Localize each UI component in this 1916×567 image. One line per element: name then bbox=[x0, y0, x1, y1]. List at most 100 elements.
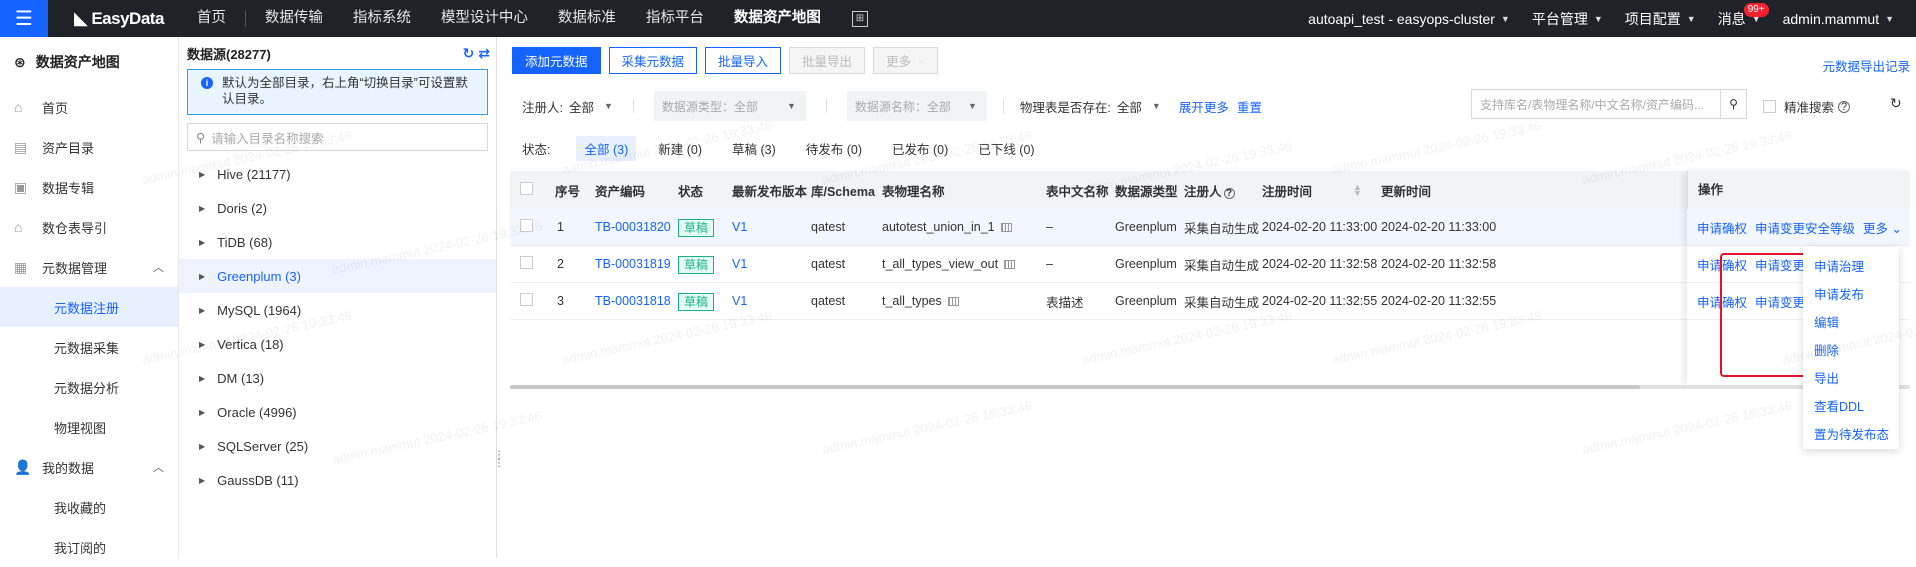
tree-node[interactable]: ▶ SQLServer (25) bbox=[179, 429, 496, 463]
nav-metrics-system[interactable]: 指标系统 bbox=[338, 0, 426, 37]
catalog-search-input[interactable]: ⚲ 请输入目录名称搜索 bbox=[187, 123, 488, 151]
cluster-select[interactable]: autoapi_test - easyops-cluster ▼ bbox=[1308, 11, 1510, 27]
sidebar-group-metadata[interactable]: ▦ 元数据管理 ︿ bbox=[0, 247, 178, 287]
dropdown-item[interactable]: 置为待发布态 bbox=[1803, 422, 1899, 450]
sidebar-item-warehouse[interactable]: ⌂ 数仓表导引 bbox=[0, 207, 178, 247]
tree-node[interactable]: ▶ DM (13) bbox=[179, 361, 496, 395]
refresh-icon[interactable]: ↻ bbox=[463, 45, 475, 61]
logo[interactable]: ◣ EasyData bbox=[74, 8, 164, 29]
dropdown-item[interactable]: 编辑 bbox=[1803, 310, 1899, 338]
export-record-link[interactable]: 元数据导出记录 bbox=[1822, 56, 1910, 75]
tree-node[interactable]: ▶ Vertica (18) bbox=[179, 327, 496, 361]
menu-icon[interactable]: ☰ bbox=[0, 0, 48, 37]
cell-asset-code[interactable]: TB-00031819 bbox=[595, 257, 671, 271]
status-tab-offline[interactable]: 已下线 (0) bbox=[970, 136, 1042, 161]
tree-node[interactable]: ▶ Doris (2) bbox=[179, 191, 496, 225]
expand-arrow-icon[interactable]: ▶ bbox=[199, 272, 205, 281]
nav-data-transfer[interactable]: 数据传输 bbox=[250, 0, 338, 37]
dropdown-item[interactable]: 申请发布 bbox=[1803, 282, 1899, 310]
cell-version[interactable]: V1 bbox=[732, 294, 747, 308]
sidebar-item-favorites[interactable]: 我收藏的 bbox=[0, 487, 178, 527]
expand-arrow-icon[interactable]: ▶ bbox=[199, 374, 205, 383]
nav-model-design[interactable]: 模型设计中心 bbox=[426, 0, 543, 37]
help-icon[interactable]: ? bbox=[1838, 100, 1851, 113]
row-checkbox[interactable] bbox=[520, 256, 533, 269]
status-tab-all[interactable]: 全部 (3) bbox=[576, 136, 637, 161]
help-icon[interactable]: ? bbox=[1223, 187, 1235, 199]
dropdown-item[interactable]: 查看DDL bbox=[1803, 394, 1899, 422]
expand-arrow-icon[interactable]: ▶ bbox=[199, 340, 205, 349]
select-all-checkbox[interactable] bbox=[520, 182, 533, 195]
reset-link[interactable]: 重置 bbox=[1237, 97, 1262, 116]
asset-search-input[interactable]: 支持库名/表物理名称/中文名称/资产编码... ⚲ bbox=[1471, 89, 1747, 119]
sidebar-item-home[interactable]: ⌂ 首页 bbox=[0, 87, 178, 127]
search-icon[interactable]: ⚲ bbox=[1720, 90, 1746, 118]
expand-arrow-icon[interactable]: ▶ bbox=[199, 442, 205, 451]
project-menu[interactable]: 项目配置 ▼ bbox=[1625, 9, 1696, 29]
refresh-icon[interactable]: ↻ bbox=[1890, 95, 1902, 112]
dropdown-item[interactable]: 申请治理 bbox=[1803, 254, 1899, 282]
tree-node[interactable]: ▶ TiDB (68) bbox=[179, 225, 496, 259]
tree-node[interactable]: ▶ Greenplum (3) bbox=[179, 259, 496, 293]
batch-export-button[interactable]: 批量导出 bbox=[789, 47, 866, 74]
nav-metrics-platform[interactable]: 指标平台 bbox=[631, 0, 719, 37]
col-header-reg-time[interactable]: 注册时间 bbox=[1262, 181, 1312, 200]
sidebar-item-metadata-analysis[interactable]: 元数据分析 bbox=[0, 367, 178, 407]
expand-arrow-icon[interactable]: ▶ bbox=[199, 204, 205, 213]
status-tab-new[interactable]: 新建 (0) bbox=[650, 136, 710, 161]
sidebar-item-physical-view[interactable]: 物理视图 bbox=[0, 407, 178, 447]
physical-exists-select[interactable]: 全部 bbox=[1117, 97, 1142, 116]
apply-security-level-link[interactable]: 申请变更安全等级 bbox=[1755, 218, 1855, 237]
expand-arrow-icon[interactable]: ▶ bbox=[199, 238, 205, 247]
horizontal-scrollbar[interactable] bbox=[510, 385, 1910, 389]
switch-catalog-icon[interactable]: ⇄ bbox=[478, 45, 490, 61]
sort-icon[interactable]: ▲ ▼ bbox=[1353, 183, 1362, 198]
status-tab-draft[interactable]: 草稿 (3) bbox=[724, 136, 784, 161]
expand-arrow-icon[interactable]: ▶ bbox=[199, 170, 205, 179]
registrant-select[interactable]: 全部 bbox=[569, 97, 594, 116]
platform-menu[interactable]: 平台管理 ▼ bbox=[1532, 9, 1603, 29]
sidebar-item-subscriptions[interactable]: 我订阅的 bbox=[0, 527, 178, 567]
user-menu[interactable]: admin.mammut ▼ bbox=[1783, 11, 1894, 27]
more-button[interactable]: 更多 ⌄ bbox=[873, 47, 938, 74]
table-icon[interactable] bbox=[947, 297, 959, 307]
row-checkbox[interactable] bbox=[520, 219, 533, 232]
sidebar-group-my-data[interactable]: 👤 我的数据 ︿ bbox=[0, 447, 178, 487]
status-tab-published[interactable]: 已发布 (0) bbox=[884, 136, 956, 161]
expand-arrow-icon[interactable]: ▶ bbox=[199, 408, 205, 417]
datasource-type-select[interactable]: 数据源类型：全部 ▼ bbox=[653, 91, 806, 121]
nav-data-asset-map[interactable]: 数据资产地图 bbox=[719, 0, 836, 37]
table-icon[interactable] bbox=[1004, 260, 1016, 270]
cell-asset-code[interactable]: TB-00031820 bbox=[595, 220, 671, 234]
sidebar-item-catalog[interactable]: ▤ 资产目录 bbox=[0, 127, 178, 167]
apply-ownership-link[interactable]: 申请确权 bbox=[1697, 218, 1747, 237]
dropdown-item[interactable]: 删除 bbox=[1803, 338, 1899, 366]
checkbox[interactable] bbox=[1763, 100, 1776, 113]
nav-home[interactable]: 首页 bbox=[182, 0, 241, 37]
precise-search-checkbox[interactable]: 精准搜索? bbox=[1763, 97, 1851, 116]
messages-menu[interactable]: 消息 ▼ 99+ bbox=[1718, 2, 1769, 29]
add-metadata-button[interactable]: 添加元数据 bbox=[512, 47, 601, 74]
batch-import-button[interactable]: 批量导入 bbox=[705, 47, 782, 74]
expand-arrow-icon[interactable]: ▶ bbox=[199, 476, 205, 485]
scrollbar-thumb[interactable] bbox=[510, 385, 1640, 389]
cell-version[interactable]: V1 bbox=[732, 257, 747, 271]
sidebar-item-album[interactable]: ▣ 数据专辑 bbox=[0, 167, 178, 207]
status-tab-pending[interactable]: 待发布 (0) bbox=[798, 136, 870, 161]
collapse-nav-icon[interactable]: ⊞ bbox=[851, 10, 868, 27]
sidebar-item-metadata-register[interactable]: 元数据注册 bbox=[0, 287, 178, 327]
collect-metadata-button[interactable]: 采集元数据 bbox=[608, 47, 698, 74]
dropdown-item[interactable]: 导出 bbox=[1803, 366, 1899, 394]
col-header-update-time[interactable]: 更新时间 bbox=[1381, 181, 1431, 200]
expand-arrow-icon[interactable]: ▶ bbox=[199, 306, 205, 315]
expand-more-link[interactable]: 展开更多 bbox=[1179, 97, 1229, 116]
nav-data-standard[interactable]: 数据标准 bbox=[543, 0, 631, 37]
row-checkbox[interactable] bbox=[520, 293, 533, 306]
cell-version[interactable]: V1 bbox=[732, 220, 747, 234]
sidebar-item-metadata-collect[interactable]: 元数据采集 bbox=[0, 327, 178, 367]
cell-asset-code[interactable]: TB-00031818 bbox=[595, 294, 671, 308]
more-actions-link[interactable]: 更多 ⌄ bbox=[1863, 218, 1902, 237]
tree-node[interactable]: ▶ Hive (21177) bbox=[179, 157, 496, 191]
tree-node[interactable]: ▶ Oracle (4996) bbox=[179, 395, 496, 429]
datasource-name-select[interactable]: 数据源名称：全部 ▼ bbox=[846, 91, 987, 121]
